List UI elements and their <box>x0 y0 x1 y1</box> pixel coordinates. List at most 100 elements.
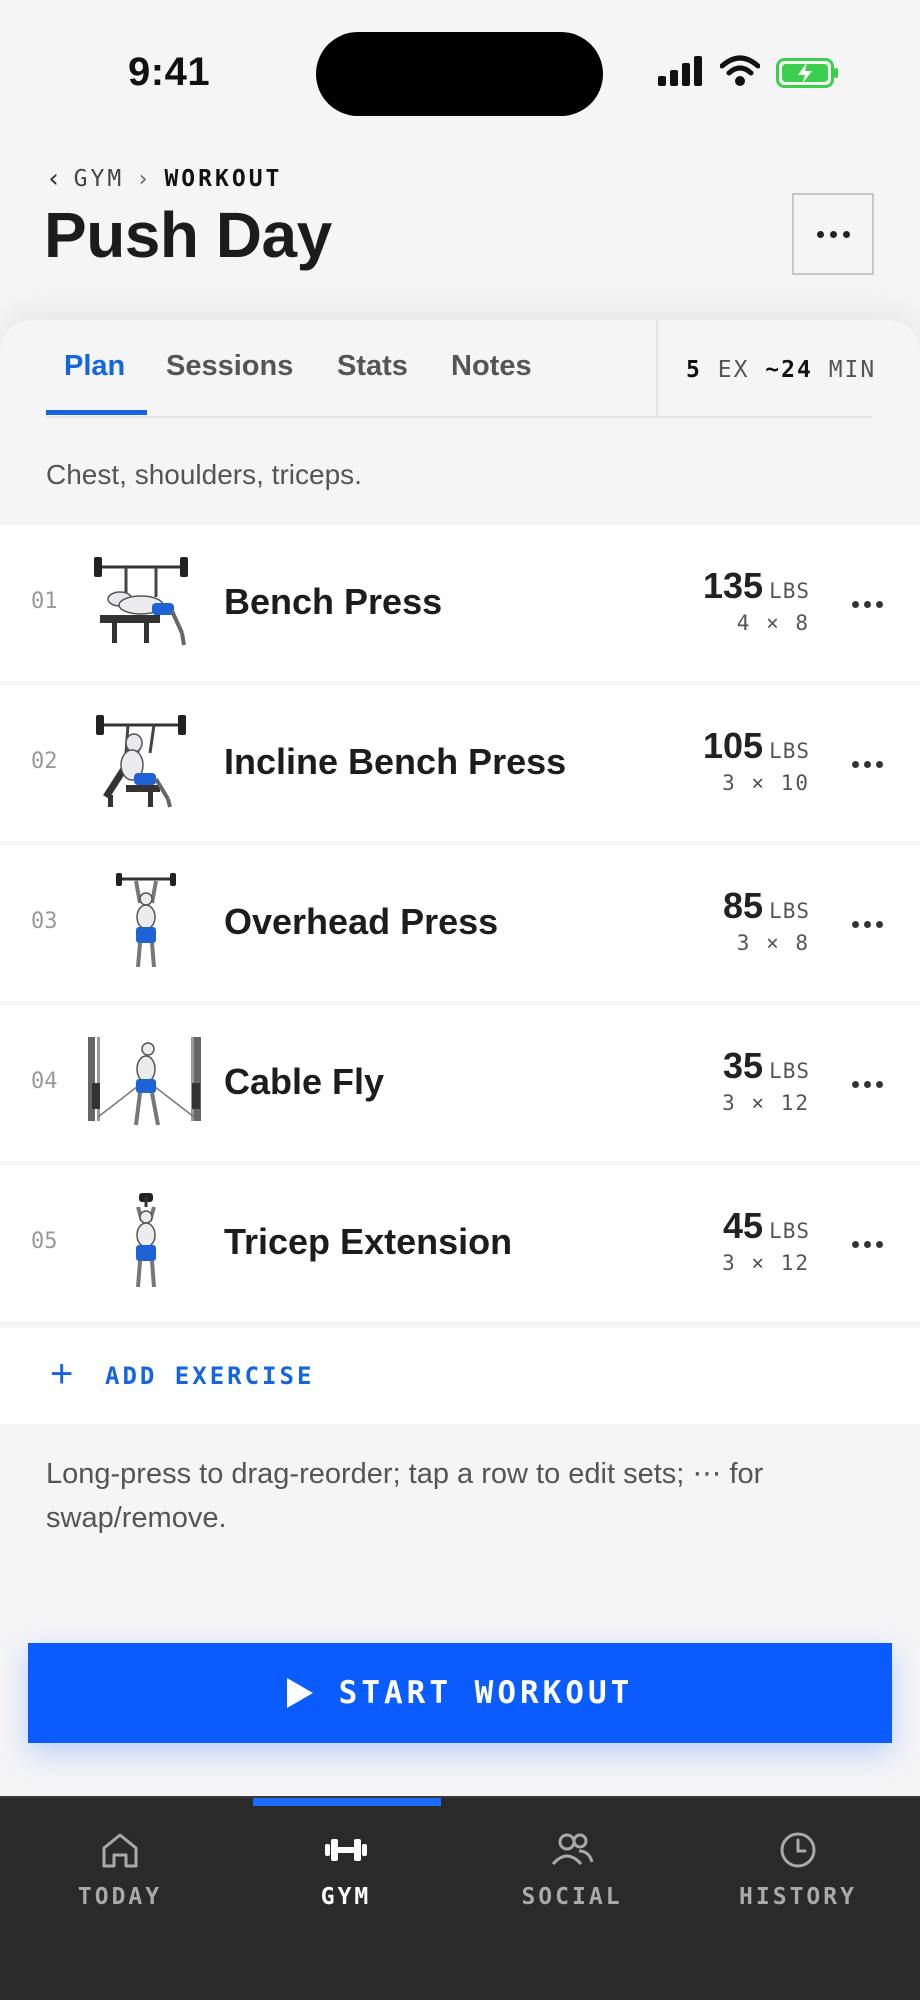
exercise-unit: EX <box>717 357 750 383</box>
bottom-nav: TODAY GYM SOCIAL HISTORY <box>0 1796 920 2000</box>
start-workout-button[interactable]: START WORKOUT <box>28 1643 892 1743</box>
more-dot <box>864 601 871 608</box>
breadcrumb-current: WORKOUT <box>164 166 283 192</box>
exercise-row[interactable]: 03 Overhead Press 85 LBS 3 × 8 <box>0 845 920 1001</box>
nav-item-today[interactable]: TODAY <box>7 1830 233 1910</box>
tab-bar: Plan Sessions Stats Notes 5 EX ~24 MIN <box>46 320 874 418</box>
exercise-index: 05 <box>31 1229 58 1254</box>
exercise-row[interactable]: 05 Tricep Extension 45 LBS 3 × 12 <box>0 1165 920 1321</box>
exercise-index: 02 <box>31 749 58 774</box>
nav-label: SOCIAL <box>521 1884 623 1910</box>
exercise-weight: 35 <box>723 1045 764 1086</box>
battery-charging-icon <box>776 58 838 88</box>
tricep-extension-illustration <box>136 1193 156 1288</box>
reorder-hint: Long-press to drag-reorder; tap a row to… <box>46 1458 764 1534</box>
exercise-target: 45 LBS 3 × 12 <box>722 1205 810 1275</box>
row-more-button[interactable] <box>852 1081 883 1088</box>
duration-value: ~24 <box>765 357 813 383</box>
more-dot <box>876 1081 883 1088</box>
workout-description: Chest, shoulders, triceps. <box>46 459 362 490</box>
overhead-press-illustration <box>116 873 176 968</box>
nav-item-gym[interactable]: GYM <box>233 1830 459 1910</box>
exercise-row[interactable]: 04 Cable Fly 35 LBS 3 × 12 <box>0 1005 920 1161</box>
more-dot <box>864 921 871 928</box>
row-more-button[interactable] <box>852 1241 883 1248</box>
status-bar: 9:41 <box>0 0 920 150</box>
incline-bench-press-illustration <box>96 715 186 808</box>
tab-sessions[interactable]: Sessions <box>166 350 293 383</box>
home-icon <box>102 1833 138 1868</box>
dumbbell-icon <box>325 1839 367 1861</box>
tab-stats[interactable]: Stats <box>337 350 408 383</box>
weight-unit: LBS <box>769 899 810 923</box>
clock-icon <box>780 1832 816 1868</box>
exercise-index: 03 <box>31 909 58 934</box>
exercise-target: 35 LBS 3 × 12 <box>722 1045 810 1115</box>
exercise-sets: 4 × 8 <box>736 611 810 635</box>
breadcrumb[interactable]: ‹ GYM › WORKOUT <box>46 164 282 194</box>
breadcrumb-parent[interactable]: GYM <box>74 166 125 192</box>
more-dot <box>876 601 883 608</box>
exercise-row[interactable]: 01 Bench Press 135 LBS 4 × 8 <box>0 525 920 681</box>
exercise-target: 135 LBS 4 × 8 <box>703 565 810 635</box>
nav-item-history[interactable]: HISTORY <box>685 1830 911 1910</box>
exercise-name: Overhead Press <box>224 901 499 942</box>
row-more-button[interactable] <box>852 761 883 768</box>
exercise-row[interactable]: 02 Incline Bench Press 105 LBS 3 × 10 <box>0 685 920 841</box>
tab-divider <box>656 320 658 418</box>
row-more-button[interactable] <box>852 601 883 608</box>
tab-notes[interactable]: Notes <box>451 350 532 383</box>
more-dot <box>864 761 871 768</box>
row-more-button[interactable] <box>852 921 883 928</box>
nav-label: TODAY <box>77 1884 163 1910</box>
exercise-target: 105 LBS 3 × 10 <box>703 725 810 795</box>
exercise-list: 01 Bench Press 135 LBS 4 × 8 02 Incline … <box>0 525 920 1325</box>
more-horizontal-icon <box>852 601 859 608</box>
exercise-name: Incline Bench Press <box>224 741 567 782</box>
exercise-target: 85 LBS 3 × 8 <box>723 885 810 955</box>
page-title: Push Day <box>44 199 332 271</box>
exercise-sets: 3 × 10 <box>722 771 810 795</box>
active-nav-indicator <box>253 1798 441 1806</box>
plus-icon: + <box>50 1352 74 1396</box>
exercise-count: 5 <box>686 357 702 383</box>
bench-press-illustration <box>94 557 188 646</box>
wifi-icon <box>720 55 760 86</box>
more-horizontal-icon <box>852 921 859 928</box>
nav-item-social[interactable]: SOCIAL <box>459 1830 685 1910</box>
weight-unit: LBS <box>769 739 810 763</box>
exercise-sets: 3 × 8 <box>736 931 810 955</box>
more-options-button[interactable] <box>792 193 874 275</box>
exercise-weight: 45 <box>723 1205 764 1246</box>
exercise-weight: 135 <box>702 565 764 606</box>
more-horizontal-icon <box>852 1241 859 1248</box>
cable-fly-illustration <box>88 1037 201 1126</box>
play-icon <box>286 1678 313 1708</box>
duration-unit: MIN <box>828 357 877 383</box>
more-dot <box>829 230 837 238</box>
dynamic-island <box>316 32 603 116</box>
exercise-weight: 85 <box>723 885 764 926</box>
more-horizontal-icon <box>816 230 824 238</box>
people-icon <box>551 1833 594 1866</box>
add-exercise-button[interactable]: + ADD EXERCISE <box>0 1328 920 1424</box>
active-tab-indicator <box>46 410 147 415</box>
exercise-sets: 3 × 12 <box>722 1251 810 1275</box>
weight-unit: LBS <box>769 579 810 603</box>
exercise-name: Tricep Extension <box>224 1221 513 1262</box>
exercise-name: Bench Press <box>224 581 443 622</box>
exercise-sets: 3 × 12 <box>722 1091 810 1115</box>
start-workout-label: START WORKOUT <box>338 1675 634 1711</box>
weight-unit: LBS <box>769 1219 810 1243</box>
more-dot <box>864 1081 871 1088</box>
more-dot <box>876 921 883 928</box>
exercise-weight: 105 <box>702 725 764 766</box>
tab-plan[interactable]: Plan <box>64 350 125 383</box>
back-chevron-icon[interactable]: ‹ <box>46 164 62 194</box>
more-horizontal-icon <box>852 761 859 768</box>
cellular-signal-icon <box>658 56 702 86</box>
weight-unit: LBS <box>769 1059 810 1083</box>
more-dot <box>876 761 883 768</box>
exercise-index: 04 <box>31 1069 58 1094</box>
more-horizontal-icon <box>852 1081 859 1088</box>
